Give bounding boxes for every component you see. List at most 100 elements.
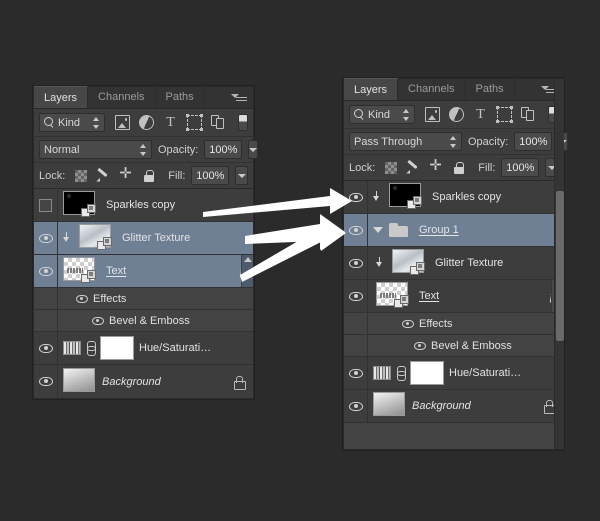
lock-image-pixels-icon[interactable] [406, 161, 420, 175]
visibility-toggle-group-1-after[interactable] [344, 214, 368, 246]
adjustment-layer-filter-icon[interactable] [139, 115, 154, 130]
opacity-label-before: Opacity: [158, 143, 199, 156]
effect-visibility-icon[interactable] [414, 341, 426, 350]
visibility-toggle-hue-saturation-after[interactable] [344, 357, 368, 389]
filter-kind-select-after[interactable]: Kind [349, 105, 415, 124]
magnifier-icon [354, 109, 365, 120]
lock-position-icon[interactable] [429, 158, 443, 175]
layer-row-hue-saturation-before[interactable]: Hue/Saturati… [34, 332, 253, 365]
lock-position-icon[interactable] [119, 166, 133, 183]
fill-value-before[interactable]: 100% [191, 166, 230, 185]
layer-row-text-after[interactable]: Text fx [344, 280, 563, 313]
lock-label-after: Lock: [349, 161, 376, 174]
layer-row-glitter-texture-before[interactable]: Glitter Texture [34, 222, 253, 255]
type-layer-filter-icon[interactable]: T [163, 115, 178, 130]
lock-icon-group-after [385, 158, 466, 175]
layer-mask-thumbnail-after[interactable] [410, 361, 444, 385]
panel-scrollbar-thumb-after[interactable] [556, 191, 564, 341]
opacity-value-after[interactable]: 100% [514, 132, 553, 151]
layer-list-empty-area-after [344, 423, 563, 449]
layer-row-glitter-texture-after[interactable]: Glitter Texture [344, 247, 563, 280]
visibility-toggle-sparkles-copy-before[interactable] [34, 189, 58, 221]
layer-row-background-after[interactable]: Background [344, 390, 563, 423]
effects-row-after[interactable]: Effects [344, 313, 563, 335]
effect-row-bevel-emboss-before[interactable]: Bevel & Emboss [34, 310, 253, 332]
pixel-layer-filter-icon[interactable] [115, 115, 130, 130]
visibility-toggle-text-before[interactable] [34, 255, 58, 287]
opacity-dropdown-button-before[interactable] [248, 140, 259, 159]
lock-icon-group-before [75, 166, 156, 183]
shape-layer-filter-icon[interactable] [496, 106, 513, 123]
blend-mode-select-after[interactable]: Pass Through [349, 132, 462, 151]
panel-scrollbar-track-after[interactable] [554, 79, 564, 449]
filter-kind-select-before[interactable]: Kind [39, 113, 105, 132]
blend-mode-select-before[interactable]: Normal [39, 140, 152, 159]
layer-mask-thumbnail-before[interactable] [100, 336, 134, 360]
fill-value-after[interactable]: 100% [501, 158, 540, 177]
layer-name-background-before: Background [102, 375, 161, 388]
effect-visibility-icon[interactable] [92, 316, 104, 325]
layer-row-hue-saturation-after[interactable]: Hue/Saturati… [344, 357, 563, 390]
effects-visibility-icon[interactable] [402, 319, 414, 328]
lock-transparent-pixels-icon[interactable] [385, 161, 398, 174]
tab-paths-after[interactable]: Paths [466, 78, 515, 100]
tab-channels-after[interactable]: Channels [398, 78, 466, 100]
eye-icon [38, 343, 53, 353]
panel-menu-icon-before[interactable] [231, 93, 247, 103]
blend-row-before: Normal Opacity: 100% [34, 137, 259, 163]
link-mask-icon[interactable] [86, 340, 96, 356]
visibility-toggle-background-after[interactable] [344, 390, 368, 422]
filter-icon-group-before: T [115, 114, 248, 131]
blend-mode-stepper-icon[interactable] [450, 135, 457, 148]
tab-paths-before[interactable]: Paths [156, 86, 205, 108]
adjustment-layer-filter-icon[interactable] [449, 107, 464, 122]
visibility-toggle-glitter-texture-after[interactable] [344, 247, 368, 279]
layer-name-hue-saturation-after: Hue/Saturati… [449, 367, 522, 379]
eye-icon [348, 225, 363, 235]
stepper-arrows-icon[interactable] [403, 108, 410, 121]
effects-row-before[interactable]: Effects [34, 288, 253, 310]
effects-eye-spacer-after [344, 313, 368, 334]
layer-row-background-before[interactable]: Background [34, 365, 253, 398]
layer-row-sparkles-copy-after[interactable]: Sparkles copy [344, 181, 563, 214]
stepper-arrows-icon[interactable] [93, 116, 100, 129]
visibility-toggle-glitter-texture-before[interactable] [34, 222, 58, 254]
effect-row-bevel-emboss-after[interactable]: Bevel & Emboss [344, 335, 563, 357]
opacity-value-before[interactable]: 100% [204, 140, 243, 159]
smart-object-badge-icon [394, 295, 411, 309]
link-mask-icon[interactable] [396, 365, 406, 381]
visibility-toggle-hue-saturation-before[interactable] [34, 332, 58, 364]
smart-object-badge-icon [81, 270, 98, 284]
tab-channels-before[interactable]: Channels [88, 86, 156, 108]
visibility-toggle-text-after[interactable] [344, 280, 368, 312]
filter-enable-toggle-icon[interactable] [238, 114, 248, 131]
lock-all-icon[interactable] [142, 169, 156, 183]
layer-list-scrollbar-before[interactable] [241, 255, 253, 287]
smart-object-filter-icon[interactable] [211, 115, 226, 130]
effects-visibility-icon[interactable] [76, 294, 88, 303]
layer-row-sparkles-copy-before[interactable]: Sparkles copy [34, 189, 253, 222]
pixel-layer-filter-icon[interactable] [425, 107, 440, 122]
smart-object-badge-icon [407, 196, 424, 210]
layers-panel-before: Layers Channels Paths Kind T Normal Opac… [33, 86, 259, 399]
visibility-toggle-sparkles-copy-after[interactable] [344, 181, 368, 213]
screenshot-canvas: Layers Channels Paths Kind T Normal Opac… [0, 0, 600, 521]
layer-row-text-before[interactable]: Text fx [34, 255, 253, 288]
tab-layers-before[interactable]: Layers [34, 86, 89, 108]
layer-name-glitter-texture-after: Glitter Texture [435, 257, 504, 269]
layer-row-group-1-after[interactable]: Group 1 [344, 214, 563, 247]
lock-image-pixels-icon[interactable] [96, 169, 110, 183]
background-lock-icon [233, 375, 246, 390]
type-layer-filter-icon[interactable]: T [473, 107, 488, 122]
fill-label-before: Fill: [168, 169, 186, 182]
tab-layers-after[interactable]: Layers [344, 78, 399, 100]
fill-dropdown-button-before[interactable] [235, 166, 248, 185]
lock-transparent-pixels-icon[interactable] [75, 169, 88, 182]
lock-row-after: Lock: Fill: 100% [344, 155, 563, 181]
group-expand-chevron-down-icon[interactable] [373, 225, 383, 235]
blend-mode-stepper-icon[interactable] [140, 143, 147, 156]
smart-object-filter-icon[interactable] [521, 107, 536, 122]
shape-layer-filter-icon[interactable] [186, 114, 203, 131]
lock-all-icon[interactable] [452, 161, 466, 175]
visibility-toggle-background-before[interactable] [34, 365, 58, 398]
